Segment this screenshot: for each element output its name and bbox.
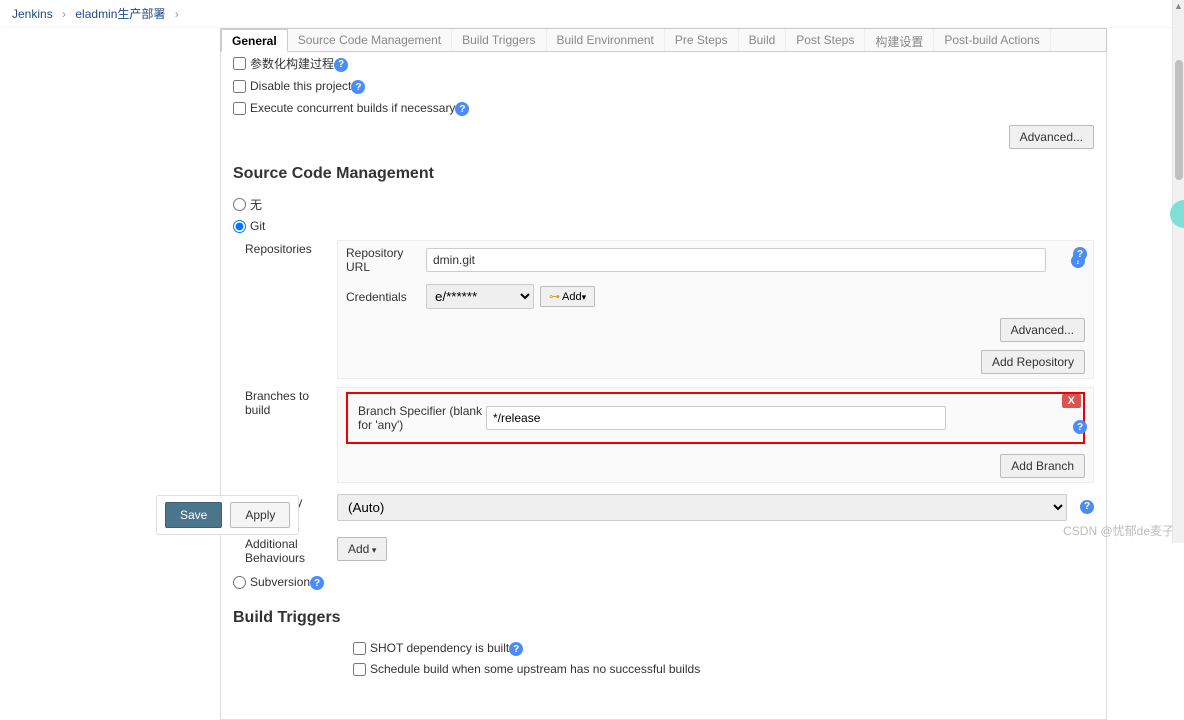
- concurrent-label: Execute concurrent builds if necessary: [250, 101, 455, 115]
- help-icon[interactable]: ?: [334, 58, 348, 72]
- breadcrumb-project[interactable]: eladmin生产部署: [75, 7, 165, 21]
- branch-specifier-input[interactable]: [486, 406, 946, 430]
- branches-block: X Branch Specifier (blank for 'any') ? A…: [337, 387, 1094, 483]
- add-branch-button[interactable]: Add Branch: [1000, 454, 1085, 478]
- watermark: CSDN @忧郁de麦子: [1063, 522, 1174, 539]
- scm-git-label: Git: [250, 219, 265, 233]
- scm-svn-radio[interactable]: [233, 576, 246, 589]
- chevron-right-icon: ›: [175, 7, 179, 21]
- help-icon[interactable]: ?: [1080, 500, 1094, 514]
- help-icon[interactable]: ?: [455, 102, 469, 116]
- repo-url-input[interactable]: [426, 248, 1046, 272]
- tab-triggers[interactable]: Build Triggers: [452, 29, 546, 51]
- advanced-repo-button[interactable]: Advanced...: [1000, 318, 1085, 342]
- credentials-label: Credentials: [346, 290, 426, 304]
- footer-actions: Save Apply: [156, 495, 299, 535]
- help-icon[interactable]: ?: [509, 642, 523, 656]
- credentials-select[interactable]: e/******: [426, 284, 534, 309]
- advanced-general-button[interactable]: Advanced...: [1009, 125, 1094, 149]
- tab-pre[interactable]: Pre Steps: [665, 29, 739, 51]
- branch-specifier-label: Branch Specifier (blank for 'any'): [358, 404, 486, 432]
- scm-none-label: 无: [250, 196, 262, 213]
- breadcrumb: Jenkins › eladmin生产部署 ›: [0, 0, 1184, 28]
- concurrent-checkbox[interactable]: [233, 102, 246, 115]
- help-icon[interactable]: ?: [310, 576, 324, 590]
- upstream-trigger-checkbox[interactable]: [353, 663, 366, 676]
- triggers-heading: Build Triggers: [233, 609, 1094, 627]
- scm-heading: Source Code Management: [233, 165, 1094, 183]
- snapshot-trigger-checkbox[interactable]: [353, 642, 366, 655]
- repo-url-label: Repository URL: [346, 246, 426, 274]
- repo-browser-select[interactable]: (Auto): [337, 494, 1067, 521]
- help-icon[interactable]: ?: [1073, 247, 1087, 261]
- help-icon[interactable]: ?: [351, 80, 365, 94]
- scrollbar[interactable]: ▲: [1172, 0, 1184, 543]
- scm-none-radio[interactable]: [233, 198, 246, 211]
- param-build-checkbox[interactable]: [233, 57, 246, 70]
- tab-env[interactable]: Build Environment: [547, 29, 665, 51]
- add-credentials-button[interactable]: ⊶Add▾: [540, 286, 595, 307]
- scroll-up-icon[interactable]: ▲: [1173, 0, 1184, 12]
- save-button[interactable]: Save: [165, 502, 222, 528]
- tab-post[interactable]: Post Steps: [786, 29, 865, 51]
- tab-settings[interactable]: 构建设置: [865, 29, 934, 51]
- add-behaviour-button[interactable]: Add: [337, 537, 387, 561]
- disable-project-label: Disable this project: [250, 79, 351, 93]
- upstream-trigger-label: Schedule build when some upstream has no…: [370, 662, 700, 676]
- config-tabs: General Source Code Management Build Tri…: [220, 28, 1107, 52]
- scroll-thumb[interactable]: [1175, 60, 1183, 180]
- param-build-label: 参数化构建过程: [250, 55, 334, 72]
- scm-svn-label: Subversion: [250, 575, 310, 589]
- help-icon[interactable]: ?: [1073, 420, 1087, 434]
- repository-block: ? Repository URL ? Credentials e/****** …: [337, 240, 1094, 379]
- scm-git-radio[interactable]: [233, 220, 246, 233]
- additional-behaviours-label: Additional Behaviours: [233, 533, 329, 565]
- tab-general[interactable]: General: [221, 29, 288, 52]
- add-repository-button[interactable]: Add Repository: [981, 350, 1085, 374]
- tab-postbuild[interactable]: Post-build Actions: [934, 29, 1050, 51]
- snapshot-trigger-label: SHOT dependency is built: [370, 641, 509, 655]
- tab-scm[interactable]: Source Code Management: [288, 29, 452, 51]
- branches-label: Branches to build: [233, 383, 329, 417]
- repositories-label: Repositories: [233, 236, 329, 256]
- branch-highlight-box: Branch Specifier (blank for 'any'): [346, 392, 1085, 444]
- breadcrumb-root[interactable]: Jenkins: [12, 7, 53, 21]
- chevron-right-icon: ›: [62, 7, 66, 21]
- key-icon: ⊶: [549, 291, 560, 303]
- tab-build[interactable]: Build: [739, 29, 787, 51]
- apply-button[interactable]: Apply: [230, 502, 290, 528]
- disable-project-checkbox[interactable]: [233, 80, 246, 93]
